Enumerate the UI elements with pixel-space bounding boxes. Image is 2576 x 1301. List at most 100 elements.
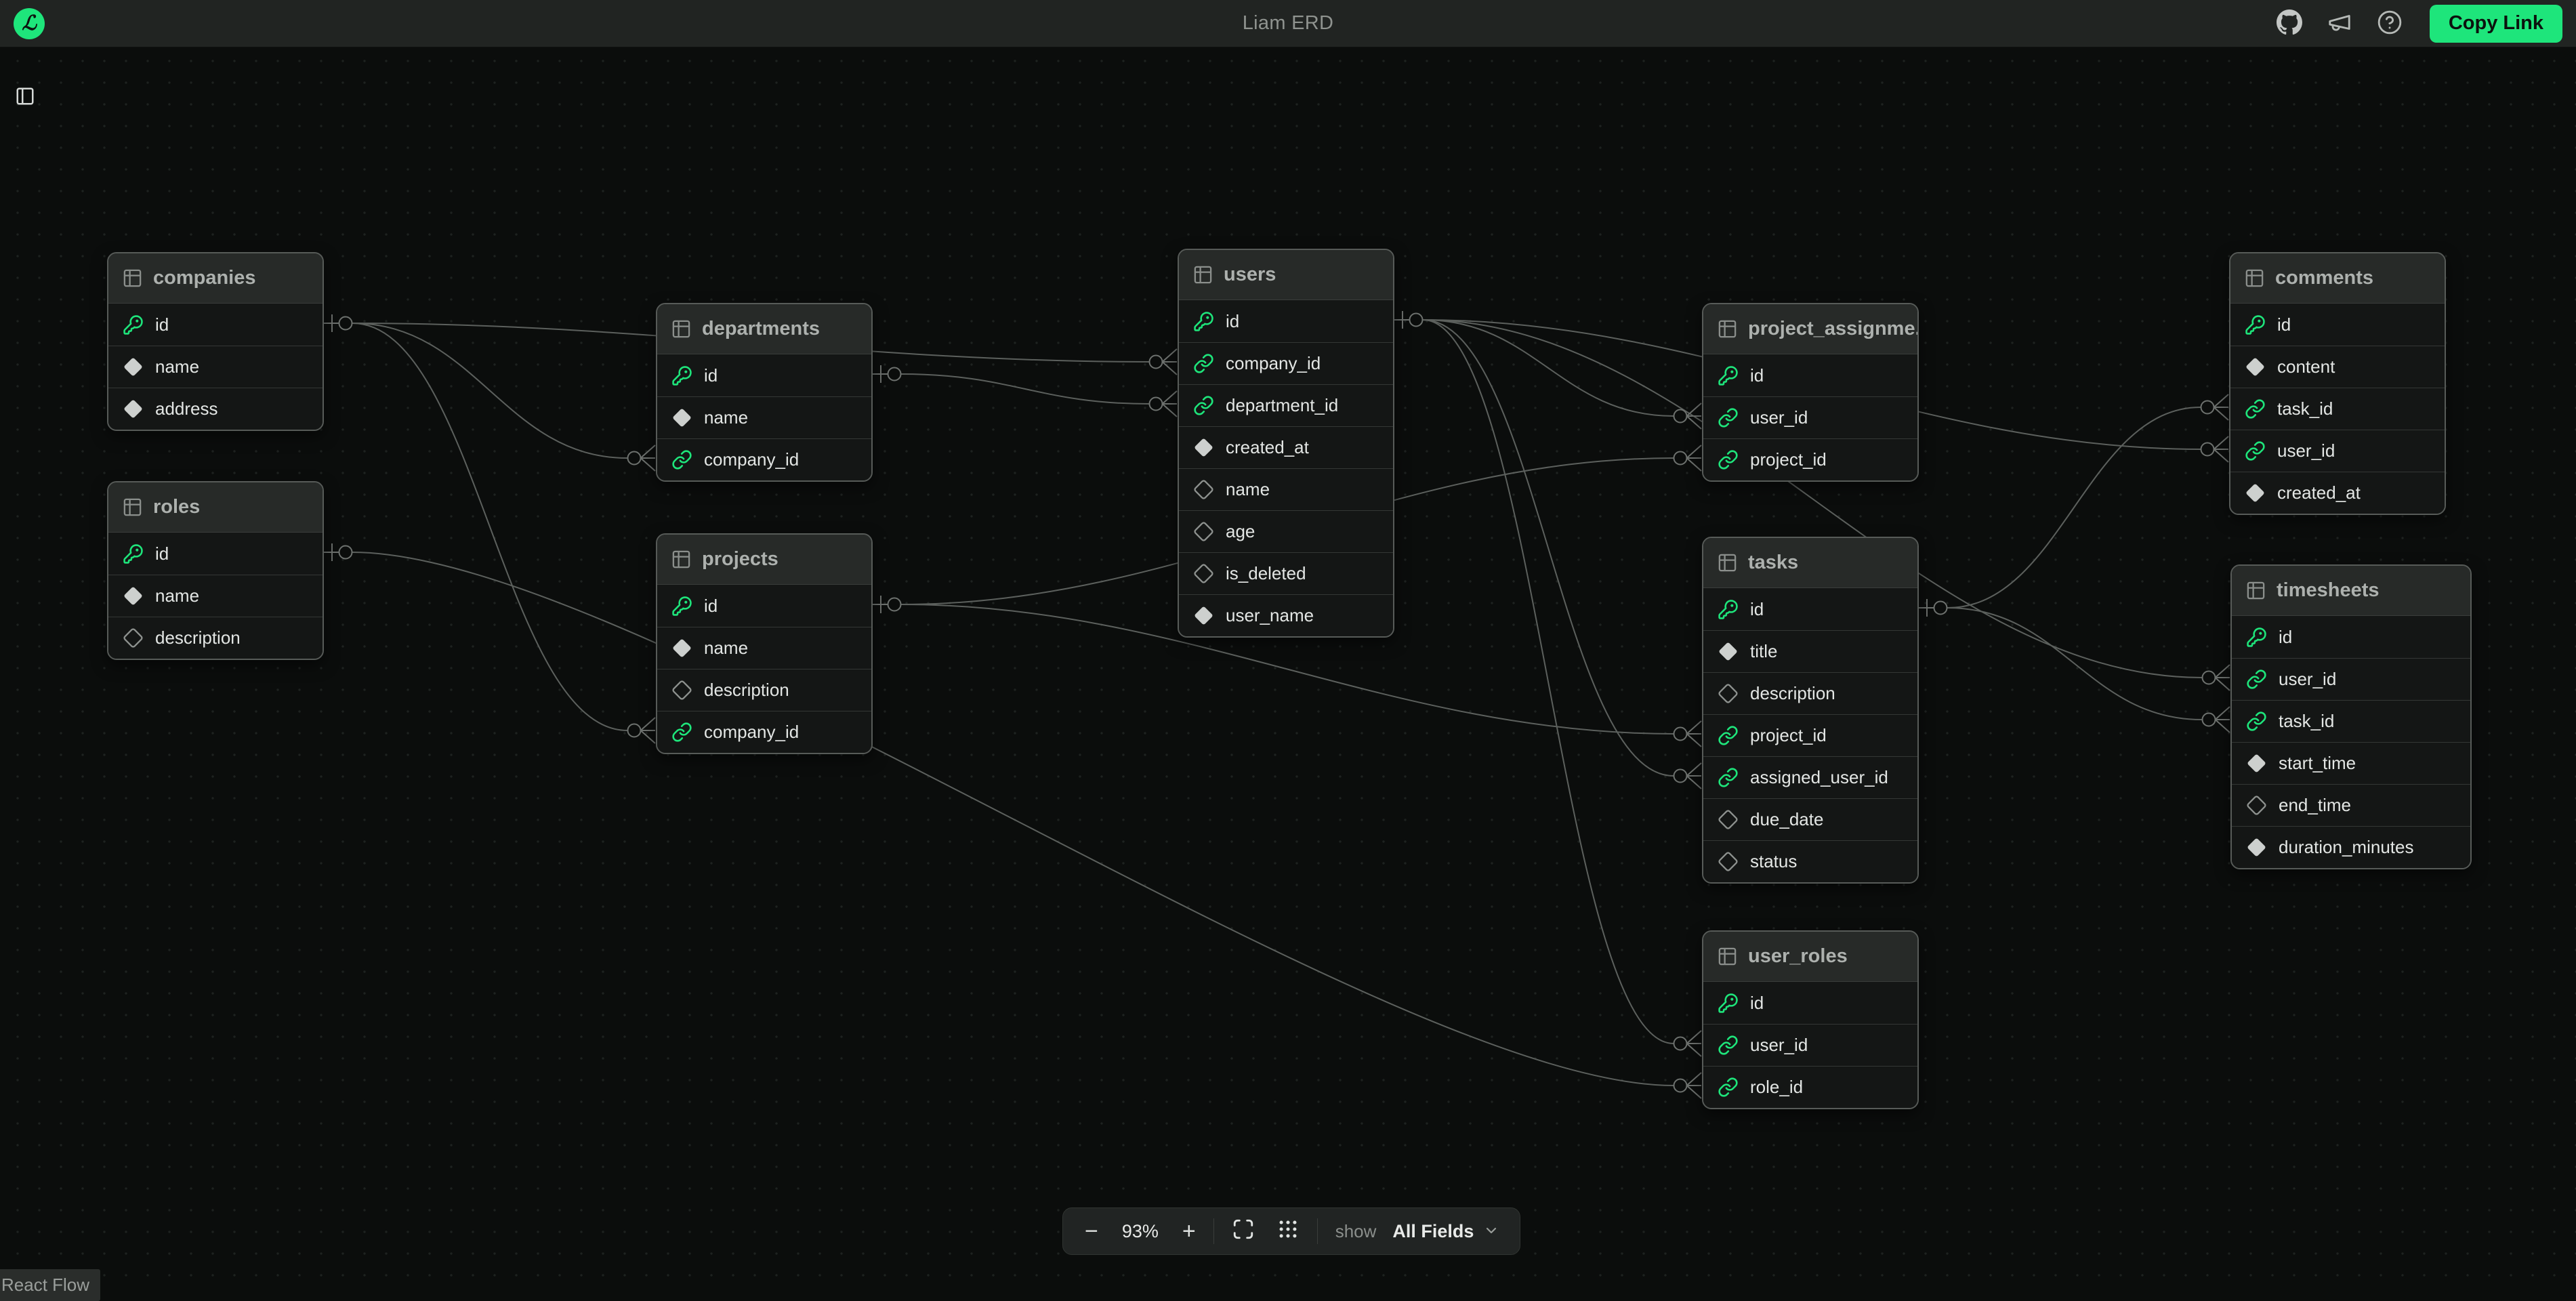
zoom-out-button[interactable]: − xyxy=(1081,1220,1102,1243)
table-icon xyxy=(1717,946,1738,967)
react-flow-attribution[interactable]: React Flow xyxy=(0,1269,100,1301)
column-tasks-status[interactable]: status xyxy=(1703,840,1917,882)
column-tasks-description[interactable]: description xyxy=(1703,672,1917,714)
table-user_roles[interactable]: user_rolesiduser_idrole_id xyxy=(1702,930,1919,1109)
column-users-id[interactable]: id xyxy=(1179,300,1393,342)
column-timesheets-start_time[interactable]: start_time xyxy=(2232,742,2470,784)
show-fields-select[interactable]: All Fields xyxy=(1390,1221,1502,1242)
column-roles-id[interactable]: id xyxy=(108,533,323,575)
crows-foot-prong xyxy=(1687,1073,1702,1086)
column-user_roles-role_id[interactable]: role_id xyxy=(1703,1066,1917,1108)
table-roles[interactable]: rolesidnamedescription xyxy=(107,481,324,660)
column-timesheets-end_time[interactable]: end_time xyxy=(2232,784,2470,826)
link-icon xyxy=(2246,711,2267,732)
column-project_assignments-project_id[interactable]: project_id xyxy=(1703,438,1917,480)
column-projects-name[interactable]: name xyxy=(657,627,871,669)
table-comments[interactable]: commentsid content task_id user_id created_a… xyxy=(2229,252,2446,515)
column-users-age[interactable]: age xyxy=(1179,510,1393,552)
app-header: ℒ Liam ERD Copy Link xyxy=(0,0,2576,47)
table-header-tasks[interactable]: tasks xyxy=(1703,538,1917,588)
column-name: id xyxy=(1226,311,1239,332)
cardinality-zero-circle xyxy=(888,368,901,381)
column-project_assignments-id[interactable]: id xyxy=(1703,354,1917,396)
github-button[interactable] xyxy=(2275,9,2304,38)
column-roles-name[interactable]: name xyxy=(108,575,323,617)
table-tasks[interactable]: tasksidtitledescriptionproject_idassigne… xyxy=(1702,537,1919,884)
table-companies[interactable]: companiesidnameaddress xyxy=(107,252,324,431)
help-button[interactable] xyxy=(2375,9,2404,38)
column-timesheets-task_id[interactable]: task_id xyxy=(2232,700,2470,742)
crows-foot-prong xyxy=(641,445,656,458)
table-header-projects[interactable]: projects xyxy=(657,535,871,585)
cardinality-zero-circle xyxy=(2203,714,2216,726)
table-header-project_assignments[interactable]: project_assignme... xyxy=(1703,304,1917,354)
column-tasks-assigned_user_id[interactable]: assigned_user_id xyxy=(1703,756,1917,798)
column-project_assignments-user_id[interactable]: user_id xyxy=(1703,396,1917,438)
zoom-in-button[interactable]: + xyxy=(1178,1220,1200,1243)
table-header-departments[interactable]: departments xyxy=(657,304,871,354)
column-tasks-project_id[interactable]: project_id xyxy=(1703,714,1917,756)
fit-view-button[interactable] xyxy=(1228,1218,1259,1245)
column-tasks-id[interactable]: id xyxy=(1703,588,1917,630)
column-roles-description[interactable]: description xyxy=(108,617,323,659)
column-companies-name[interactable]: name xyxy=(108,346,323,388)
liam-logo[interactable]: ℒ xyxy=(14,8,45,39)
table-icon xyxy=(122,497,143,518)
copy-link-button[interactable]: Copy Link xyxy=(2430,5,2562,43)
diamond-outline-icon xyxy=(1193,521,1214,542)
crows-foot-prong xyxy=(1163,362,1178,375)
table-header-timesheets[interactable]: timesheets xyxy=(2232,566,2470,616)
column-name: assigned_user_id xyxy=(1750,767,1888,788)
column-projects-description[interactable]: description xyxy=(657,669,871,711)
column-timesheets-id[interactable]: id xyxy=(2232,616,2470,658)
column-users-is_deleted[interactable]: is_deleted xyxy=(1179,552,1393,594)
column-comments-created_at[interactable]: created_at xyxy=(2230,472,2445,514)
column-companies-id[interactable]: id xyxy=(108,304,323,346)
column-projects-company_id[interactable]: company_id xyxy=(657,711,871,753)
table-header-companies[interactable]: companies xyxy=(108,253,323,304)
column-departments-id[interactable]: id xyxy=(657,354,871,396)
crows-foot-prong xyxy=(2214,449,2229,462)
table-header-user_roles[interactable]: user_roles xyxy=(1703,932,1917,982)
column-projects-id[interactable]: id xyxy=(657,585,871,627)
column-name: created_at xyxy=(1226,437,1309,458)
feedback-button[interactable] xyxy=(2325,9,2354,38)
table-icon xyxy=(671,318,692,339)
table-users[interactable]: users id company_iddepartment_id created_at… xyxy=(1178,249,1394,638)
sidebar-toggle-button[interactable] xyxy=(9,83,41,111)
column-comments-user_id[interactable]: user_id xyxy=(2230,430,2445,472)
column-users-name[interactable]: name xyxy=(1179,468,1393,510)
column-tasks-due_date[interactable]: due_date xyxy=(1703,798,1917,840)
table-timesheets[interactable]: timesheetsiduser_idtask_idstart_timeend_… xyxy=(2230,564,2472,869)
erd-canvas[interactable]: companiesidnameaddressrolesidnamedescrip… xyxy=(0,0,2576,1294)
table-header-users[interactable]: users xyxy=(1179,250,1393,300)
link-icon xyxy=(671,722,692,743)
diamond-outline-icon xyxy=(1718,683,1739,704)
column-departments-name[interactable]: name xyxy=(657,396,871,438)
column-users-user_name[interactable]: user_name xyxy=(1179,594,1393,636)
column-comments-task_id[interactable]: task_id xyxy=(2230,388,2445,430)
column-name: content xyxy=(2277,356,2335,377)
column-timesheets-duration_minutes[interactable]: duration_minutes xyxy=(2232,826,2470,868)
table-icon xyxy=(2244,268,2265,289)
column-name: user_id xyxy=(2277,440,2335,461)
column-comments-id[interactable]: id xyxy=(2230,304,2445,346)
column-users-company_id[interactable]: company_id xyxy=(1179,342,1393,384)
column-tasks-title[interactable]: title xyxy=(1703,630,1917,672)
table-projects[interactable]: projectsidnamedescriptioncompany_id xyxy=(656,533,873,754)
column-comments-content[interactable]: content xyxy=(2230,346,2445,388)
column-user_roles-user_id[interactable]: user_id xyxy=(1703,1024,1917,1066)
table-header-comments[interactable]: comments xyxy=(2230,253,2445,304)
column-departments-company_id[interactable]: company_id xyxy=(657,438,871,480)
table-departments[interactable]: departmentsidnamecompany_id xyxy=(656,303,873,482)
table-project_assignments[interactable]: project_assignme...iduser_idproject_id xyxy=(1702,303,1919,482)
column-timesheets-user_id[interactable]: user_id xyxy=(2232,658,2470,700)
zoom-level: 93% xyxy=(1116,1221,1165,1242)
column-user_roles-id[interactable]: id xyxy=(1703,982,1917,1024)
column-companies-address[interactable]: address xyxy=(108,388,323,430)
column-users-created_at[interactable]: created_at xyxy=(1179,426,1393,468)
edge-tasks.id-comments.task_id xyxy=(1947,407,2201,608)
tidy-up-button[interactable] xyxy=(1272,1218,1304,1245)
table-header-roles[interactable]: roles xyxy=(108,482,323,533)
column-users-department_id[interactable]: department_id xyxy=(1179,384,1393,426)
